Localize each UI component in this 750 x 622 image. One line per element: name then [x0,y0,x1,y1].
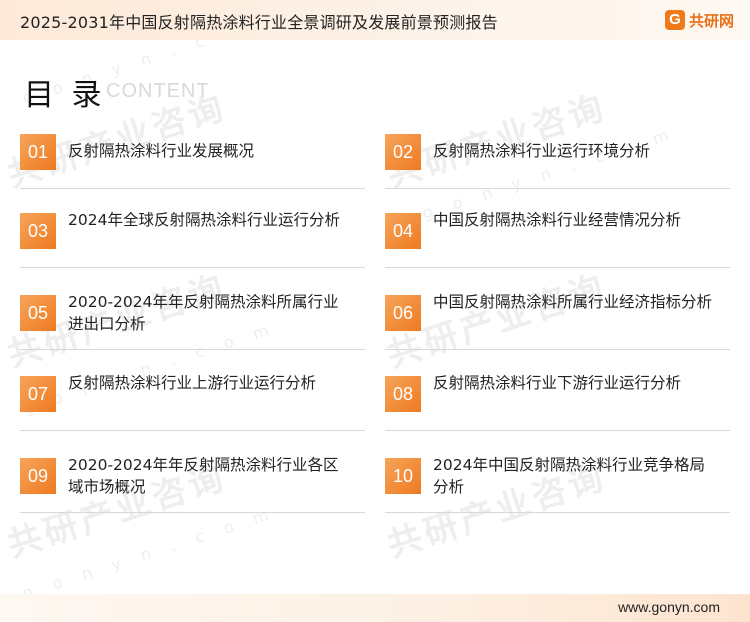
divider [20,188,365,189]
logo-icon: G [664,10,685,30]
divider [20,349,365,350]
toc-subtitle: CONTENT [106,80,210,102]
item-label: 反射隔热涂料行业上游行业运行分析 [68,374,317,392]
item-label: 中国反射隔热涂料所属行业经济指标分析 [433,293,713,311]
item-label: 反射隔热涂料行业运行环境分析 [433,142,651,160]
footer-url[interactable]: www.gonyn.com [618,599,720,615]
divider [20,430,365,431]
header-bar: 2025-2031年中国反射隔热涂料行业全景调研及发展前景预测报告 G 共研网 [0,0,750,40]
toc-title: 目 录 [24,78,106,113]
toc-item[interactable]: 05 2020-2024年年反射隔热涂料所属行业进出口分析 [20,291,365,357]
toc-page: 共研产业咨询 共研产业咨询 g o n y n . c o m g o n y … [0,0,750,622]
divider [20,267,365,268]
brand-logo: G 共研网 [664,8,734,32]
item-label: 2020-2024年年反射隔热涂料行业各区域市场概况 [68,456,339,496]
toc-item[interactable]: 01 反射隔热涂料行业发展概况 [20,130,365,196]
divider [385,349,730,350]
item-label: 反射隔热涂料行业发展概况 [68,142,255,160]
divider [385,430,730,431]
toc-item[interactable]: 08 反射隔热涂料行业下游行业运行分析 [385,372,730,438]
toc-item[interactable]: 02 反射隔热涂料行业运行环境分析 [385,130,730,196]
toc-item[interactable]: 09 2020-2024年年反射隔热涂料行业各区域市场概况 [20,454,365,520]
footer-bar: www.gonyn.com [0,594,750,622]
item-label: 2024年中国反射隔热涂料行业竞争格局分析 [433,456,705,496]
report-title: 2025-2031年中国反射隔热涂料行业全景调研及发展前景预测报告 [20,13,498,32]
item-number-badge: 05 [20,295,56,331]
item-number-badge: 08 [385,376,421,412]
item-number-badge: 10 [385,458,421,494]
item-number-badge: 04 [385,213,421,249]
divider [20,512,365,513]
item-number-badge: 03 [20,213,56,249]
divider [385,188,730,189]
item-label: 2020-2024年年反射隔热涂料所属行业进出口分析 [68,293,339,333]
item-label: 中国反射隔热涂料行业经营情况分析 [433,211,682,229]
item-number-badge: 02 [385,134,421,170]
divider [385,267,730,268]
item-number-badge: 06 [385,295,421,331]
item-label: 反射隔热涂料行业下游行业运行分析 [433,374,682,392]
toc-item[interactable]: 04 中国反射隔热涂料行业经营情况分析 [385,209,730,275]
toc-item[interactable]: 03 2024年全球反射隔热涂料行业运行分析 [20,209,365,275]
item-number-badge: 07 [20,376,56,412]
item-number-badge: 01 [20,134,56,170]
divider [385,512,730,513]
item-label: 2024年全球反射隔热涂料行业运行分析 [68,211,340,229]
toc-item[interactable]: 07 反射隔热涂料行业上游行业运行分析 [20,372,365,438]
item-number-badge: 09 [20,458,56,494]
brand-name: 共研网 [688,11,734,30]
toc-item[interactable]: 10 2024年中国反射隔热涂料行业竞争格局分析 [385,454,730,520]
toc-item[interactable]: 06 中国反射隔热涂料所属行业经济指标分析 [385,291,730,357]
